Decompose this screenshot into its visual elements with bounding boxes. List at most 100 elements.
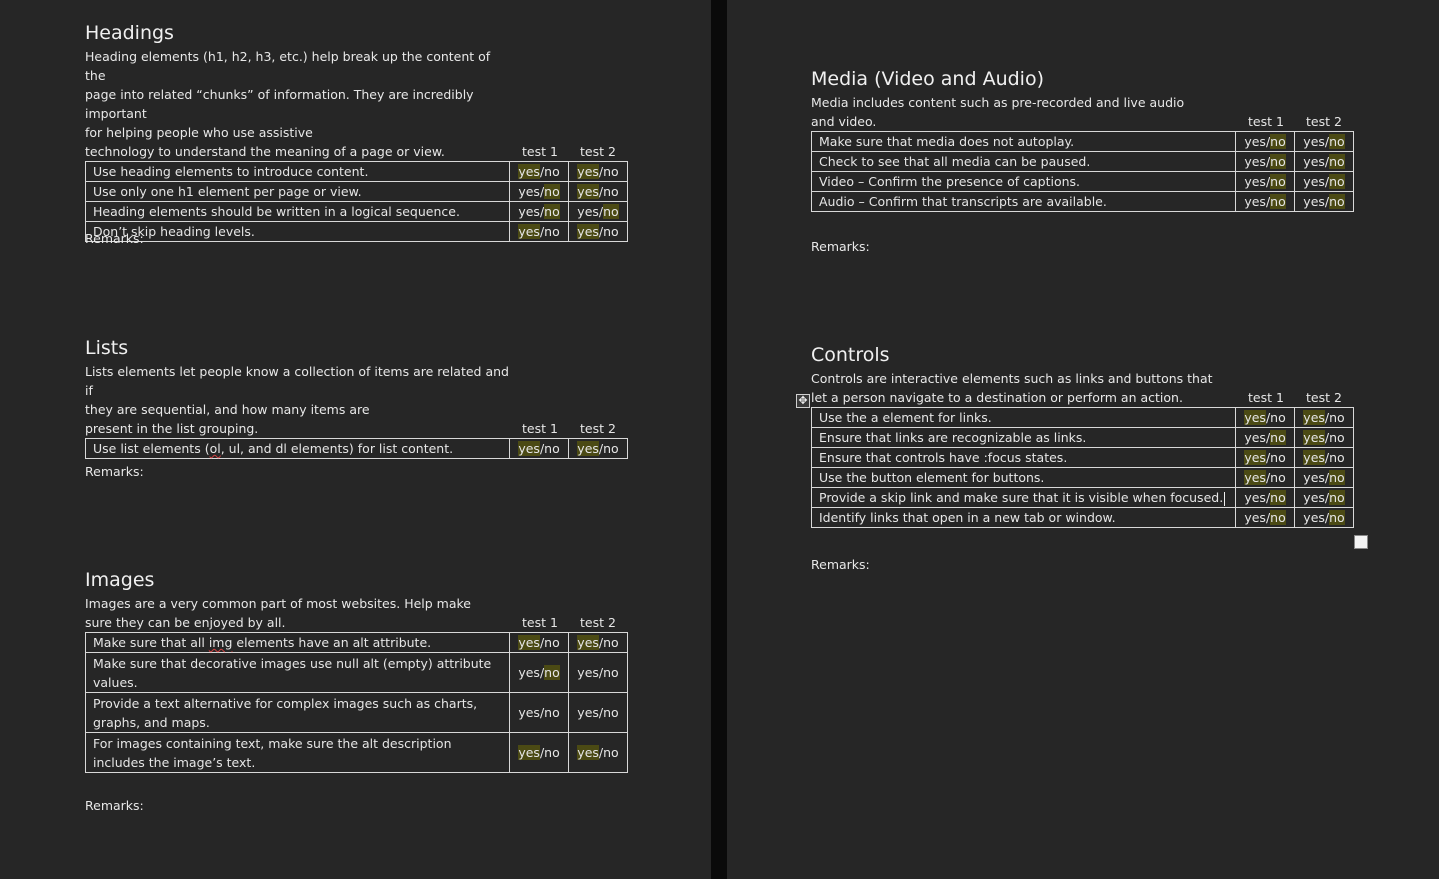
result-test1[interactable]: yes/no	[1235, 467, 1296, 488]
result-test2[interactable]: yes/no	[568, 221, 628, 242]
remarks-lists[interactable]: Remarks:	[85, 462, 144, 481]
option-no[interactable]: no	[1329, 470, 1345, 485]
checklist-item[interactable]: Ensure that links are recognizable as li…	[810, 427, 1237, 448]
checklist-item[interactable]: Make sure that decorative images use nul…	[84, 652, 511, 693]
option-yes[interactable]: yes	[577, 184, 599, 199]
checklist-item[interactable]: Ensure that controls have :focus states.	[810, 447, 1237, 468]
checklist-item[interactable]: Heading elements should be written in a …	[84, 201, 511, 222]
checklist-item[interactable]: Make sure that all img elements have an …	[84, 632, 511, 653]
result-test2[interactable]: yes/no	[1294, 191, 1354, 212]
option-no[interactable]: no	[544, 224, 560, 239]
result-test2[interactable]: yes/no	[568, 161, 628, 182]
checklist-item[interactable]: Make sure that media does not autoplay.	[810, 131, 1237, 152]
result-test2[interactable]: yes/no	[568, 732, 628, 773]
option-no[interactable]: no	[1270, 430, 1286, 445]
result-test1[interactable]: yes/no	[1235, 507, 1296, 528]
result-test2[interactable]: yes/no	[1294, 151, 1354, 172]
option-no[interactable]: no	[1329, 430, 1345, 445]
result-test1[interactable]: yes/no	[509, 181, 570, 202]
option-no[interactable]: no	[544, 705, 560, 720]
option-no[interactable]: no	[603, 184, 619, 199]
checklist-item[interactable]: Check to see that all media can be pause…	[810, 151, 1237, 172]
checklist-item[interactable]: Identify links that open in a new tab or…	[810, 507, 1237, 528]
result-test1[interactable]: yes/no	[1235, 191, 1296, 212]
section-title[interactable]: Headings	[85, 21, 628, 46]
result-test2[interactable]: yes/no	[568, 201, 628, 222]
option-no[interactable]: no	[1329, 490, 1345, 505]
option-no[interactable]: no	[1329, 154, 1345, 169]
option-no[interactable]: no	[603, 665, 619, 680]
option-no[interactable]: no	[1270, 174, 1286, 189]
remarks-images[interactable]: Remarks:	[85, 796, 144, 815]
checklist-item[interactable]: Don’t skip heading levels.	[84, 221, 511, 242]
checklist-item[interactable]: Provide a text alternative for complex i…	[84, 692, 511, 733]
remarks-controls[interactable]: Remarks:	[811, 555, 870, 574]
option-no[interactable]: no	[544, 184, 560, 199]
option-yes[interactable]: yes	[577, 164, 599, 179]
option-yes[interactable]: yes	[518, 665, 540, 680]
option-no[interactable]: no	[1329, 174, 1345, 189]
option-yes[interactable]: yes	[1244, 470, 1266, 485]
section-title[interactable]: Controls	[811, 343, 1354, 368]
option-yes[interactable]: yes	[1244, 430, 1266, 445]
option-no[interactable]: no	[1270, 154, 1286, 169]
option-yes[interactable]: yes	[1303, 470, 1325, 485]
section-intro[interactable]: Images are a very common part of most we…	[85, 594, 511, 632]
option-yes[interactable]: yes	[577, 635, 599, 650]
option-yes[interactable]: yes	[518, 635, 540, 650]
option-yes[interactable]: yes	[518, 224, 540, 239]
result-test1[interactable]: yes/no	[509, 632, 570, 653]
option-yes[interactable]: yes	[1303, 490, 1325, 505]
option-yes[interactable]: yes	[1244, 134, 1266, 149]
result-test1[interactable]: yes/no	[509, 732, 570, 773]
result-test2[interactable]: yes/no	[1294, 427, 1354, 448]
remarks-media[interactable]: Remarks:	[811, 237, 870, 256]
checklist-item[interactable]: Provide a skip link and make sure that i…	[810, 487, 1237, 508]
option-yes[interactable]: yes	[577, 705, 599, 720]
result-test1[interactable]: yes/no	[1235, 151, 1296, 172]
option-yes[interactable]: yes	[1303, 134, 1325, 149]
option-no[interactable]: no	[603, 441, 619, 456]
option-no[interactable]: no	[1270, 410, 1286, 425]
result-test1[interactable]: yes/no	[509, 438, 570, 459]
option-yes[interactable]: yes	[1244, 450, 1266, 465]
option-no[interactable]: no	[544, 745, 560, 760]
result-test2[interactable]: yes/no	[568, 692, 628, 733]
option-no[interactable]: no	[603, 204, 619, 219]
option-no[interactable]: no	[603, 745, 619, 760]
result-test1[interactable]: yes/no	[1235, 131, 1296, 152]
option-no[interactable]: no	[1329, 410, 1345, 425]
remarks-headings[interactable]: Remarks:	[85, 229, 144, 248]
checklist-item[interactable]: For images containing text, make sure th…	[84, 732, 511, 773]
table-resize-handle[interactable]	[1354, 535, 1368, 549]
option-yes[interactable]: yes	[1244, 410, 1266, 425]
option-yes[interactable]: yes	[518, 164, 540, 179]
result-test2[interactable]: yes/no	[568, 632, 628, 653]
result-test2[interactable]: yes/no	[1294, 171, 1354, 192]
option-no[interactable]: no	[1270, 134, 1286, 149]
option-no[interactable]: no	[1270, 490, 1286, 505]
checklist-item[interactable]: Use the a element for links.	[810, 407, 1237, 428]
option-no[interactable]: no	[1270, 450, 1286, 465]
result-test1[interactable]: yes/no	[509, 201, 570, 222]
option-yes[interactable]: yes	[1244, 174, 1266, 189]
checklist-item[interactable]: Audio – Confirm that transcripts are ava…	[810, 191, 1237, 212]
result-test1[interactable]: yes/no	[1235, 427, 1296, 448]
option-yes[interactable]: yes	[1303, 430, 1325, 445]
option-yes[interactable]: yes	[518, 441, 540, 456]
option-yes[interactable]: yes	[1244, 490, 1266, 505]
section-title[interactable]: Lists	[85, 336, 628, 361]
result-test1[interactable]: yes/no	[1235, 171, 1296, 192]
option-no[interactable]: no	[1329, 194, 1345, 209]
option-yes[interactable]: yes	[1303, 194, 1325, 209]
result-test2[interactable]: yes/no	[1294, 447, 1354, 468]
result-test2[interactable]: yes/no	[568, 181, 628, 202]
result-test2[interactable]: yes/no	[568, 652, 628, 693]
option-yes[interactable]: yes	[518, 204, 540, 219]
result-test1[interactable]: yes/no	[1235, 407, 1296, 428]
option-no[interactable]: no	[1270, 194, 1286, 209]
option-yes[interactable]: yes	[1303, 410, 1325, 425]
result-test2[interactable]: yes/no	[1294, 507, 1354, 528]
option-no[interactable]: no	[1329, 134, 1345, 149]
result-test2[interactable]: yes/no	[1294, 467, 1354, 488]
